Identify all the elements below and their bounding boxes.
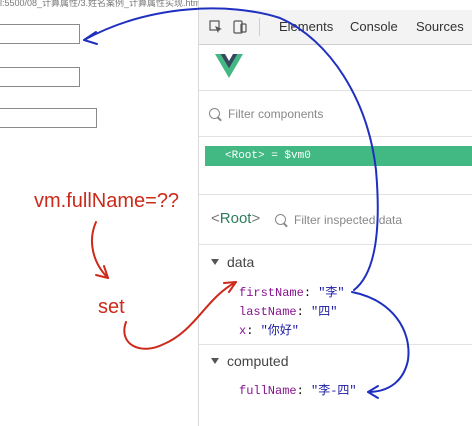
annotation-question: vm.fullName=?? <box>34 190 180 212</box>
expand-triangle-icon <box>211 358 219 364</box>
inspect-element-icon[interactable] <box>209 20 223 34</box>
devtools-toolbar: Elements Console Sources <box>199 10 472 45</box>
divider <box>199 90 472 91</box>
data-property-row[interactable]: x: "你好" <box>239 321 299 338</box>
full-name-input[interactable] <box>0 108 97 128</box>
inspected-component-title: <Root> <box>211 210 261 227</box>
search-icon <box>275 214 286 225</box>
device-toolbar-icon[interactable] <box>233 20 247 34</box>
divider <box>199 194 472 195</box>
expand-triangle-icon <box>211 259 219 265</box>
section-data-toggle[interactable]: data <box>211 254 254 270</box>
tab-sources[interactable]: Sources <box>416 19 464 34</box>
search-icon <box>209 108 220 119</box>
tab-console[interactable]: Console <box>350 19 398 34</box>
computed-property-row[interactable]: fullName: "李-四" <box>239 381 357 398</box>
filter-inspected-input[interactable]: Filter inspected data <box>275 213 402 227</box>
last-name-input[interactable] <box>0 67 80 87</box>
vue-logo-icon <box>215 54 243 78</box>
devtools-panel: Elements Console Sources Filter componen… <box>198 0 472 426</box>
component-tree-root-row[interactable]: <Root> = $vm0 <box>205 146 472 166</box>
toolbar-divider <box>259 18 260 36</box>
data-property-row[interactable]: firstName: "李" <box>239 283 345 300</box>
first-name-input[interactable] <box>0 24 80 44</box>
tab-elements[interactable]: Elements <box>279 19 333 34</box>
filter-components-input[interactable]: Filter components <box>209 107 323 121</box>
section-computed-toggle[interactable]: computed <box>211 353 288 369</box>
divider <box>199 136 472 137</box>
annotation-set: set <box>98 296 125 318</box>
data-property-row[interactable]: lastName: "四" <box>239 302 337 319</box>
page-content: vm.fullName=?? set <box>0 0 198 426</box>
divider <box>199 244 472 245</box>
filter-components-placeholder: Filter components <box>228 107 324 121</box>
divider <box>199 344 472 345</box>
filter-inspected-placeholder: Filter inspected data <box>294 213 403 227</box>
